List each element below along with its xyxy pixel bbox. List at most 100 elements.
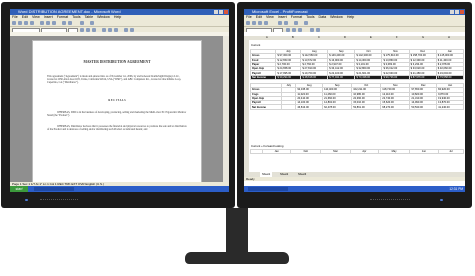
table-cell[interactable]: [250, 148, 263, 155]
chart-wizard-icon[interactable]: [294, 21, 298, 25]
menu-table[interactable]: Table: [85, 15, 94, 19]
document-page[interactable]: MASTER DISTRIBUTION AGREEMENT This agree…: [32, 40, 202, 187]
table-cell[interactable]: 46,813.00: [295, 104, 324, 110]
table-cell[interactable]: Jan: [261, 148, 292, 155]
undo-icon[interactable]: [62, 21, 66, 25]
left-monitor-screen: Word DISTRIBUTION AGREEMENT.doc - Micros…: [10, 9, 229, 192]
right-monitor-buttons[interactable]: [370, 199, 410, 202]
col-header-e[interactable]: E: [370, 36, 372, 40]
table-cell[interactable]: Jul: [437, 148, 465, 155]
power-led: [25, 199, 28, 201]
forecast-table: July Aug Sep Oct Nov Dec Jan Gross 92,345…: [249, 82, 464, 110]
vertical-scrollbar[interactable]: [223, 36, 229, 182]
maximize-button[interactable]: [455, 10, 459, 14]
table-cell[interactable]: $ 70,438.00: [354, 74, 383, 81]
open-icon[interactable]: [252, 21, 256, 25]
col-header-h[interactable]: H: [448, 36, 450, 40]
taskbar-word-item[interactable]: [34, 187, 74, 191]
menu-file[interactable]: File: [12, 15, 18, 19]
menu-view[interactable]: View: [266, 15, 274, 19]
col-header-g[interactable]: G: [422, 36, 424, 40]
menu-tools[interactable]: Tools: [72, 15, 80, 19]
recitals-heading: R E C I T A L S: [108, 99, 126, 102]
table-cell[interactable]: $ 48,618.00: [300, 74, 329, 81]
table-cell[interactable]: $ 99,726.00: [381, 74, 410, 81]
paste-icon[interactable]: [52, 21, 56, 25]
col-header-b[interactable]: B: [292, 36, 294, 40]
table-row: Net Income 46,813.00 62,478.00 53,861.00 68,…: [249, 104, 464, 110]
menu-window[interactable]: Window: [97, 15, 110, 19]
table-cell[interactable]: Net Income: [249, 74, 277, 81]
menu-format[interactable]: Format: [291, 15, 302, 19]
menu-data[interactable]: Data: [319, 15, 327, 19]
cut-icon[interactable]: [40, 21, 44, 25]
zoom-icon[interactable]: [304, 21, 308, 25]
menu-insert[interactable]: Insert: [44, 15, 53, 19]
open-icon[interactable]: [18, 21, 22, 25]
menu-window[interactable]: Window: [330, 15, 343, 19]
table-cell[interactable]: 41,240.00: [436, 104, 464, 110]
table-cell[interactable]: $ 79,558.00: [435, 74, 465, 81]
new-doc-icon[interactable]: [12, 21, 16, 25]
power-led: [440, 199, 443, 201]
print-icon[interactable]: [30, 21, 34, 25]
section-forward-title[interactable]: Current + Forward looking: [251, 144, 283, 148]
table-cell[interactable]: $ 77,041.00: [327, 74, 356, 81]
menu-help[interactable]: Help: [347, 15, 354, 19]
document-heading: MASTER DISTRIBUTION AGREEMENT: [83, 60, 151, 64]
table-cell[interactable]: 62,478.00: [322, 104, 353, 110]
table-cell[interactable]: 53,861.00: [351, 104, 382, 110]
taskbar-excel-item[interactable]: [248, 187, 288, 191]
redo-icon[interactable]: [68, 21, 72, 25]
menu-view[interactable]: View: [32, 15, 40, 19]
sort-ascending-icon[interactable]: [284, 21, 288, 25]
excel-status-bar: Ready: [244, 177, 465, 181]
menu-edit[interactable]: Edit: [256, 15, 262, 19]
table-cell[interactable]: Jun: [409, 148, 439, 155]
start-button[interactable]: start: [10, 186, 28, 192]
table-cell[interactable]: [281, 104, 297, 110]
maximize-button[interactable]: [219, 10, 223, 14]
forward-looking-table: Jan Feb Mar Apr May Jun Jul: [250, 148, 465, 155]
menu-format[interactable]: Format: [57, 15, 68, 19]
table-cell[interactable]: Net Income: [249, 104, 283, 110]
excel-standard-toolbar: [244, 20, 465, 27]
close-button[interactable]: [460, 10, 464, 14]
excel-window-title: Microsoft Excel - ProfitForecast: [252, 9, 308, 14]
table-cell[interactable]: May: [377, 148, 411, 155]
col-header-f[interactable]: F: [396, 36, 398, 40]
menu-help[interactable]: Help: [114, 15, 121, 19]
section-current-title[interactable]: Current: [251, 43, 260, 47]
table-icon[interactable]: [80, 21, 84, 25]
col-header-c[interactable]: C: [318, 36, 320, 40]
print-icon[interactable]: [264, 21, 268, 25]
word-standard-toolbar: [10, 20, 229, 27]
agreement-paragraph: This agreement ("Agreement") is made and…: [47, 75, 182, 85]
whereas-paragraph-2: WHEREAS, Distributor declares that it po…: [47, 125, 187, 132]
left-monitor-buttons[interactable]: [40, 199, 78, 202]
table-cell[interactable]: Mar: [320, 148, 351, 155]
table-cell[interactable]: 68,270.00: [380, 104, 411, 110]
table-cell[interactable]: $ 87,976.00: [408, 74, 437, 81]
menu-insert[interactable]: Insert: [278, 15, 287, 19]
table-cell[interactable]: $ 39,294.00: [275, 74, 302, 81]
close-button[interactable]: [224, 10, 228, 14]
table-cell[interactable]: Feb: [290, 148, 322, 155]
menu-file[interactable]: File: [246, 15, 252, 19]
document-area: MASTER DISTRIBUTION AGREEMENT This agree…: [10, 36, 223, 187]
save-icon[interactable]: [258, 21, 262, 25]
table-cell[interactable]: 50,530.00: [409, 104, 438, 110]
minimize-button[interactable]: [214, 10, 218, 14]
zoom-icon[interactable]: [90, 21, 94, 25]
save-icon[interactable]: [24, 21, 28, 25]
col-header-a[interactable]: A: [266, 36, 268, 40]
menu-edit[interactable]: Edit: [22, 15, 28, 19]
minimize-button[interactable]: [450, 10, 454, 14]
table-cell[interactable]: Apr: [349, 148, 379, 155]
autosum-icon[interactable]: [278, 21, 282, 25]
right-taskbar: 12:31 PM: [244, 186, 465, 192]
menu-tools[interactable]: Tools: [306, 15, 314, 19]
col-header-d[interactable]: D: [344, 36, 346, 40]
new-workbook-icon[interactable]: [246, 21, 250, 25]
copy-icon[interactable]: [46, 21, 50, 25]
